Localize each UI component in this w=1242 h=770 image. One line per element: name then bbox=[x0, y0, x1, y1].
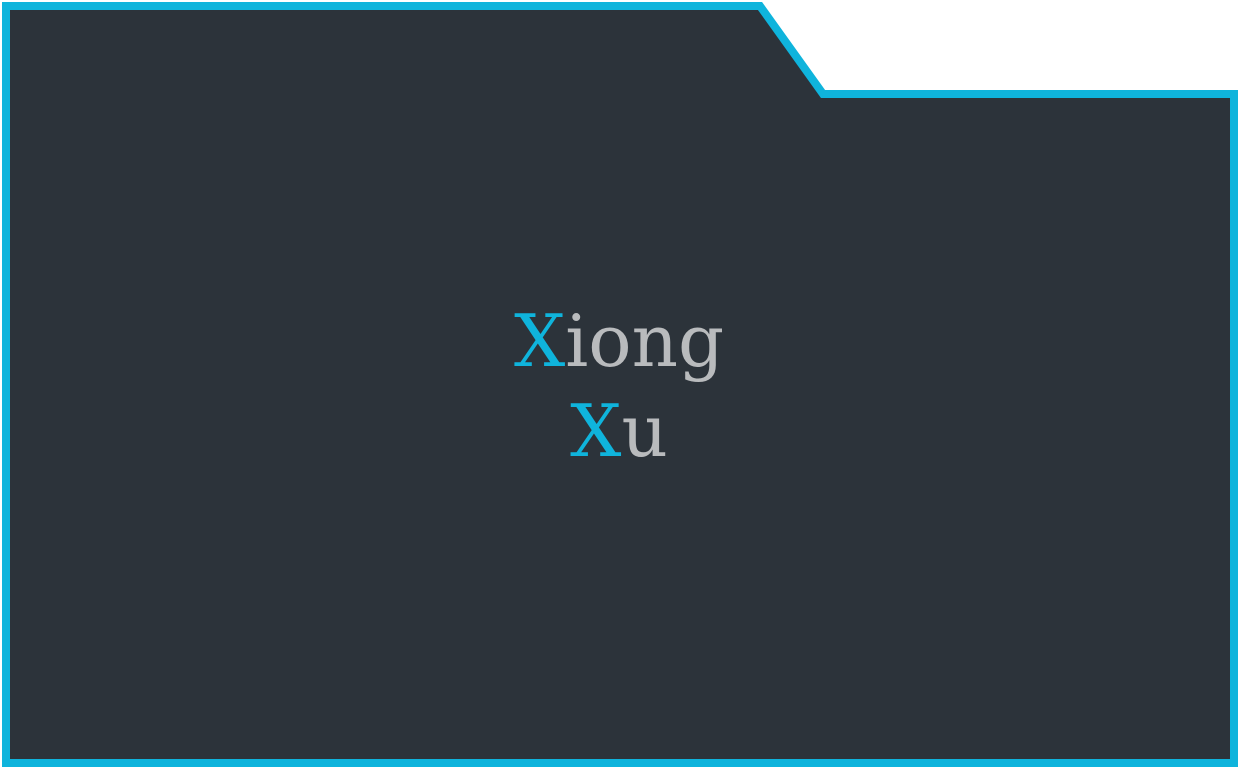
last-name: Xu bbox=[0, 386, 1238, 476]
first-name-rest: iong bbox=[565, 299, 725, 383]
last-name-initial: X bbox=[570, 389, 622, 473]
first-name-initial: X bbox=[513, 299, 566, 383]
name-block: Xiong Xu bbox=[0, 296, 1238, 476]
first-name: Xiong bbox=[0, 296, 1238, 386]
last-name-rest: u bbox=[621, 389, 668, 473]
name-card: Xiong Xu bbox=[0, 0, 1242, 770]
